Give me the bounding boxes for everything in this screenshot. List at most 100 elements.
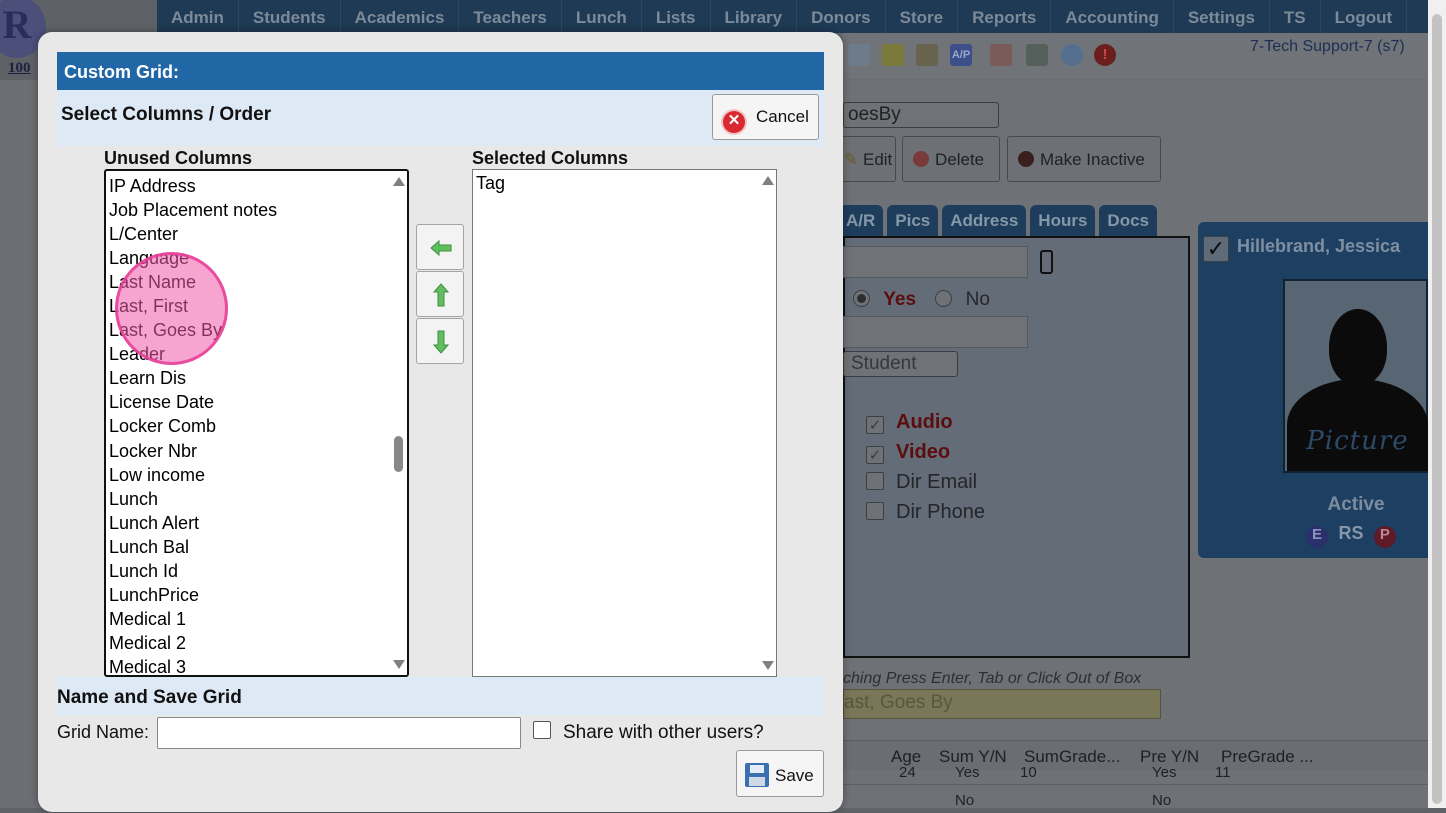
save-button[interactable]: Save (736, 750, 824, 797)
list-item[interactable]: Lunch Bal (106, 535, 407, 559)
unused-list-scrollbar[interactable] (390, 171, 407, 675)
list-item[interactable]: Leader (106, 342, 407, 366)
logo-number[interactable]: 100 (8, 60, 31, 77)
audio-checkbox[interactable]: ✓ (866, 416, 884, 434)
scroll-up-arrow-icon[interactable] (393, 177, 405, 186)
nav-item-academics[interactable]: Academics (341, 0, 460, 33)
nav-item-admin[interactable]: Admin (157, 0, 239, 33)
delete-label: Delete (935, 150, 985, 169)
phone-field[interactable] (843, 246, 1028, 278)
table-cell: Yes (1152, 764, 1177, 781)
badge-rs[interactable]: RS (1338, 523, 1363, 543)
cancel-button[interactable]: ✕ Cancel (712, 94, 819, 140)
student-photo[interactable]: Picture (1283, 279, 1428, 473)
list-item[interactable]: Medical 3 (106, 655, 407, 675)
move-down-button[interactable] (416, 318, 464, 364)
nav-item-donors[interactable]: Donors (797, 0, 886, 33)
unused-columns-list[interactable]: IP Address Job Placement notes L/Center Lan… (104, 169, 409, 677)
list-item[interactable]: Locker Nbr (106, 439, 407, 463)
register-icon[interactable] (1026, 44, 1048, 66)
list-item[interactable]: Medical 2 (106, 631, 407, 655)
card-icon[interactable] (882, 44, 904, 66)
nav-item-teachers[interactable]: Teachers (459, 0, 562, 33)
tab-hours[interactable]: Hours (1030, 205, 1096, 237)
selected-columns-list[interactable]: Tag (472, 169, 777, 677)
share-checkbox[interactable] (533, 721, 551, 739)
nav-item-store[interactable]: Store (886, 0, 959, 33)
list-item[interactable]: IP Address (106, 174, 407, 198)
delete-button[interactable]: Delete (902, 136, 1000, 182)
dir-phone-checkbox[interactable] (866, 502, 884, 520)
column-header-sumgrade[interactable]: SumGrade... (1024, 747, 1120, 767)
list-item[interactable]: Job Placement notes (106, 198, 407, 222)
scroll-up-arrow-icon[interactable] (762, 176, 774, 185)
video-checkbox[interactable]: ✓ (866, 446, 884, 464)
sort-select[interactable]: oesBy (843, 102, 999, 128)
column-header-pregrade[interactable]: PreGrade ... (1221, 747, 1314, 767)
make-inactive-button[interactable]: Make Inactive (1007, 136, 1161, 182)
badge-p[interactable]: P (1373, 526, 1396, 548)
student-name[interactable]: Hillebrand, Jessica (1237, 236, 1400, 257)
list-item[interactable]: Tag (473, 171, 776, 195)
scroll-down-arrow-icon[interactable] (393, 660, 405, 669)
tab-a-r[interactable]: A/R (838, 205, 884, 237)
mobile-phone-icon[interactable] (1040, 250, 1053, 274)
secondary-field[interactable] (843, 316, 1028, 348)
list-item[interactable]: Learn Dis (106, 366, 407, 390)
search-hint: ching Press Enter, Tab or Click Out of B… (843, 670, 1142, 687)
type-select[interactable]: Student (843, 351, 958, 377)
list-item[interactable]: Lunch Id (106, 559, 407, 583)
student-select-checkbox[interactable]: ✓ (1203, 236, 1229, 262)
list-item[interactable]: Language (106, 246, 407, 270)
top-nav: Admin Students Academics Teachers Lunch Lists… (157, 0, 1428, 33)
help-icon[interactable] (1061, 44, 1083, 66)
list-item[interactable]: Last, First (106, 294, 407, 318)
silhouette-body (1287, 379, 1428, 471)
tab-docs[interactable]: Docs (1099, 205, 1157, 237)
silhouette-head (1329, 309, 1387, 385)
nav-item-lists[interactable]: Lists (642, 0, 711, 33)
share-label[interactable]: Share with other users? (563, 722, 764, 744)
list-item[interactable]: Medical 1 (106, 607, 407, 631)
badge-e[interactable]: E (1306, 526, 1328, 548)
tab-address[interactable]: Address (942, 205, 1027, 237)
nav-item-ts[interactable]: TS (1270, 0, 1321, 33)
search-input[interactable]: ast, Goes By (843, 689, 1161, 719)
page-scrollbar[interactable] (1428, 0, 1446, 808)
list-item[interactable]: Lunch Alert (106, 511, 407, 535)
tab-pics[interactable]: Pics (887, 205, 939, 237)
list-item[interactable]: LunchPrice (106, 583, 407, 607)
nav-item-logout[interactable]: Logout (1321, 0, 1408, 33)
list-item[interactable]: Last Name (106, 270, 407, 294)
ap-icon[interactable]: A/P (950, 44, 972, 66)
page-scrollbar-thumb[interactable] (1432, 14, 1442, 804)
list-item[interactable]: Last, Goes By (106, 318, 407, 342)
list-item[interactable]: License Date (106, 390, 407, 414)
nav-item-reports[interactable]: Reports (958, 0, 1052, 33)
list-item[interactable]: Low income (106, 463, 407, 487)
list-item[interactable]: Locker Comb (106, 414, 407, 438)
scroll-down-arrow-icon[interactable] (762, 661, 774, 670)
list-item[interactable]: Lunch (106, 487, 407, 511)
tech-support-label[interactable]: 7-Tech Support-7 (s7) (1250, 38, 1405, 56)
grid-name-input[interactable] (157, 717, 521, 749)
unused-list-scroll-thumb[interactable] (394, 436, 403, 473)
pdf-icon[interactable] (990, 44, 1012, 66)
alert-icon[interactable]: ! (1094, 44, 1116, 66)
nav-item-students[interactable]: Students (239, 0, 341, 33)
no-radio[interactable] (935, 290, 953, 307)
left-arrow-icon (430, 239, 452, 257)
move-left-button[interactable] (416, 224, 464, 270)
move-up-button[interactable] (416, 271, 464, 317)
checkbox-row-video: ✓ Video (866, 441, 985, 471)
grid-icon[interactable] (848, 44, 870, 66)
dir-email-checkbox[interactable] (866, 472, 884, 490)
nav-item-settings[interactable]: Settings (1174, 0, 1270, 33)
selected-list-scrollbar[interactable] (759, 170, 776, 676)
printer-icon[interactable] (916, 44, 938, 66)
nav-item-accounting[interactable]: Accounting (1051, 0, 1174, 33)
yes-radio[interactable] (853, 290, 870, 307)
nav-item-library[interactable]: Library (711, 0, 798, 33)
list-item[interactable]: L/Center (106, 222, 407, 246)
nav-item-lunch[interactable]: Lunch (562, 0, 642, 33)
